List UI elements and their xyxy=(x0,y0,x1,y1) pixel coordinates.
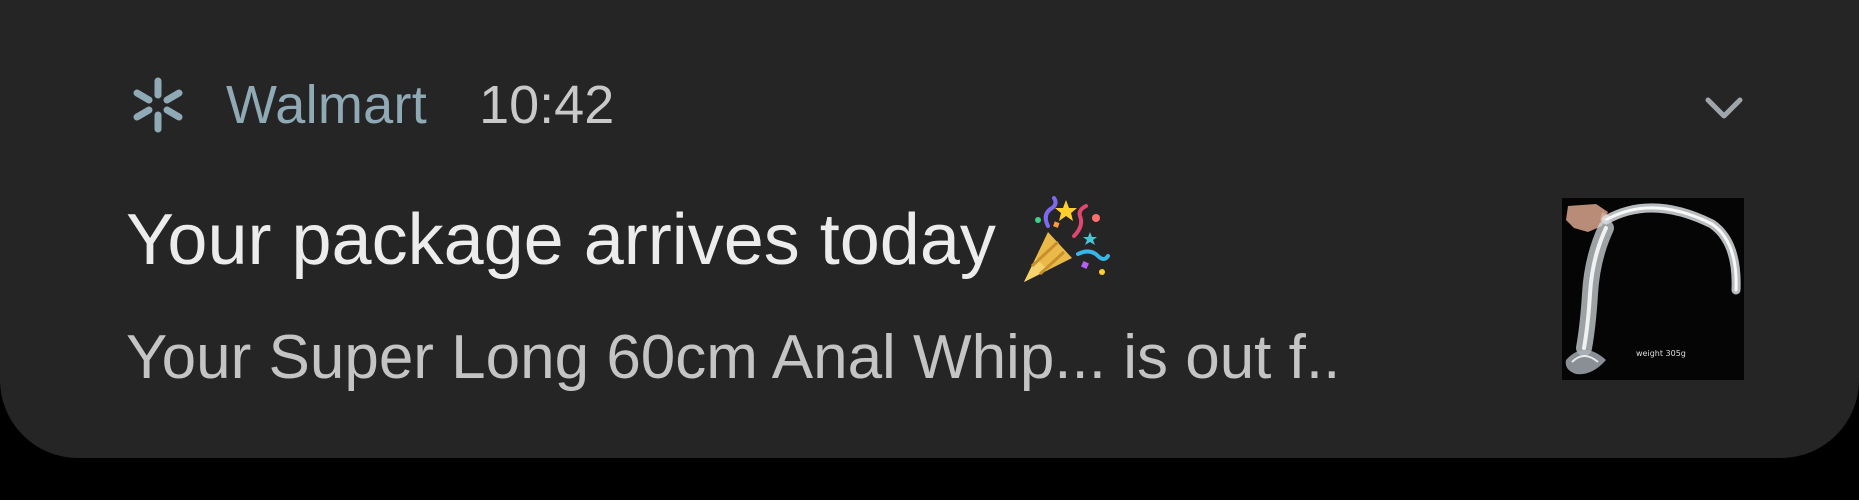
notification-time: 10:42 xyxy=(479,75,615,135)
notification-body: Your Super Long 60cm Anal Whip... is out… xyxy=(126,323,1341,392)
product-photo-icon: weight 305g xyxy=(1562,198,1744,380)
product-thumbnail[interactable]: weight 305g xyxy=(1562,198,1744,380)
notification-title-text: Your package arrives today xyxy=(126,200,996,280)
notification-header: Walmart 10:42 xyxy=(128,70,614,140)
notification-title: Your package arrives today xyxy=(126,196,1110,284)
app-name: Walmart xyxy=(226,75,428,135)
thumbnail-caption: weight 305g xyxy=(1636,349,1686,358)
walmart-spark-icon xyxy=(133,77,183,133)
chevron-down-icon[interactable] xyxy=(1700,88,1748,128)
party-popper-icon xyxy=(1023,196,1110,282)
notification-card[interactable]: Walmart 10:42 Your package arrives today… xyxy=(0,0,1859,458)
